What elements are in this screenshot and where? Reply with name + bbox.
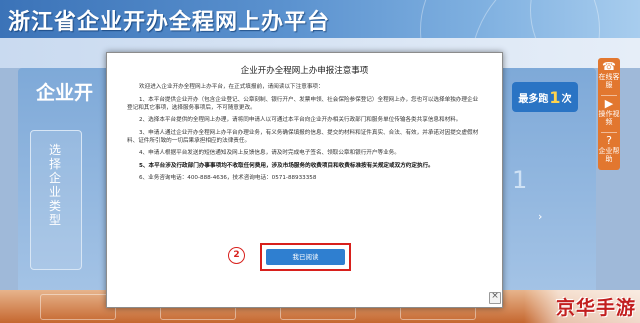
- side-toolbar: ☎ 在线客服 ▶ 操作视频 ? 企业帮助: [598, 58, 620, 170]
- background-next-arrow-icon[interactable]: ›: [538, 210, 542, 223]
- notice-item-4: 4、申请人根据平台发送的短信通知及网上反馈信息，请及时完成电子签名、领取公章和银…: [139, 150, 400, 156]
- step-number-badge: 2: [228, 247, 245, 264]
- portal-title: 浙江省企业开办全程网上办平台: [8, 10, 331, 35]
- headset-icon: ☎: [602, 60, 616, 73]
- company-type-label: 选择企业类型: [49, 143, 62, 227]
- notice-item-1: 1、本平台提供企业开办（包含企业登记、公章刻制、银行开户、发票申领、社会保险参保…: [127, 96, 479, 111]
- help-icon: ?: [606, 134, 612, 147]
- background-heading: 企业开: [36, 82, 94, 104]
- notice-intro: 欢迎进入企业开办全程网上办平台，在正式填报前，请阅读以下注意事项：: [139, 84, 324, 90]
- play-icon: ▶: [604, 97, 614, 110]
- notice-item-2: 2、选择本平台提供的全程网上办理，请将同申请人以可通过本平台向企业开办相关行政部…: [139, 117, 462, 123]
- side-item-video[interactable]: ▶ 操作视频: [598, 97, 620, 133]
- site-watermark: 京华手游: [524, 290, 640, 323]
- logo-digit: 1: [549, 87, 561, 107]
- notice-item-5: 5、本平台涉及行政部门办事事项均不收取任何费用，涉及市场服务的收费项目和收费标准…: [139, 162, 434, 169]
- logo-suffix: 次: [561, 93, 572, 105]
- notice-item-3: 3、申请人通过企业开办全程网上办平台办理业务，有义务确保填报的信息、提交的材料和…: [127, 129, 479, 144]
- side-item-label: 企业帮助: [598, 147, 620, 163]
- side-item-online-service[interactable]: ☎ 在线客服: [598, 60, 620, 96]
- logo-text: 最多跑: [518, 93, 549, 105]
- confirm-read-button[interactable]: 我已阅读: [266, 249, 345, 265]
- watermark-text: 京华手游: [555, 297, 636, 319]
- background-digit: 1: [512, 166, 528, 194]
- modal-title: 企业开办全程网上办申报注意事项: [240, 66, 369, 76]
- close-icon: ×: [491, 291, 499, 301]
- side-item-label: 在线客服: [598, 73, 620, 89]
- notice-item-6: 6、业务咨询电话：400-888-4636，技术咨询电话：0571-889333…: [139, 175, 317, 181]
- notice-body: 欢迎进入企业开办全程网上办平台，在正式填报前，请阅读以下注意事项： 1、本平台提…: [127, 83, 483, 187]
- company-type-selector[interactable]: 选择企业类型: [30, 130, 82, 270]
- side-item-label: 操作视频: [598, 110, 620, 126]
- zui-duo-pao-logo: 最多跑 1 次: [512, 82, 578, 112]
- portal-banner: 浙江省企业开办全程网上办平台: [0, 0, 640, 38]
- side-item-help[interactable]: ? 企业帮助: [598, 134, 620, 170]
- modal-resize-handle[interactable]: ×: [489, 291, 501, 304]
